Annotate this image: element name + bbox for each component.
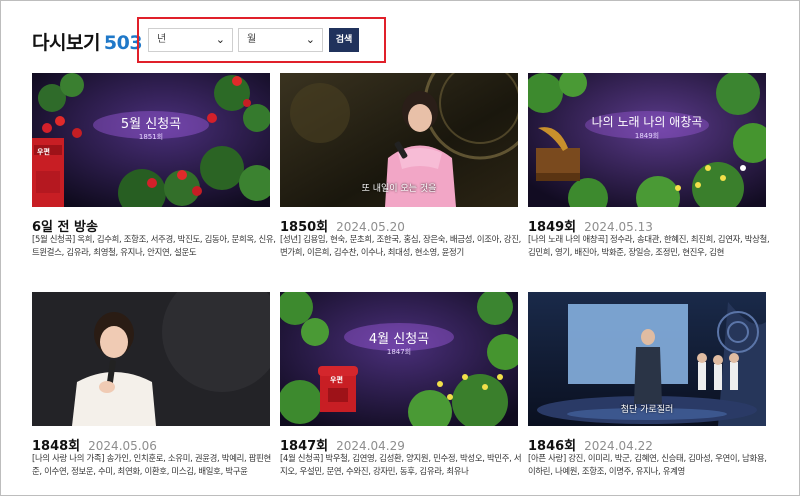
episode-description: [성년] 김용임, 현숙, 문초희, 조한국, 홍심, 장은숙, 배금성, 이조…: [280, 234, 521, 257]
episode-thumbnail[interactable]: [32, 292, 270, 426]
thumbnail-episode-text: 1849회: [634, 132, 660, 140]
episode-description: [5월 신청곡] 옥희, 김수희, 조항조, 서주경, 박진도, 김동아, 문희…: [32, 234, 276, 257]
episode-description: [나의 사랑 나의 가족] 송가인, 인치훈로, 소유미, 권윤경, 박예리, …: [32, 453, 271, 476]
episode-description: [나의 노래 나의 애창곡] 정수라, 송대관, 한혜진, 최진희, 김연자, …: [528, 234, 770, 257]
thumbnail-banner-text: 나의 노래 나의 애창곡: [591, 115, 703, 129]
episode-thumbnail[interactable]: 또 내일이 오는 것을: [280, 73, 518, 207]
search-button[interactable]: 검색: [329, 28, 359, 52]
thumbnail-post-text: 우편: [37, 148, 50, 156]
episode-thumbnail[interactable]: 4월 신청곡 1847회 우편: [280, 292, 518, 426]
episode-thumbnail[interactable]: 나의 노래 나의 애창곡 1849회: [528, 73, 766, 207]
episode-date: 2024.05.20: [336, 220, 405, 234]
thumbnail-caption-text: 또 내일이 오는 것을: [361, 184, 437, 194]
thumbnail-episode-text: 1851회: [138, 133, 164, 141]
episode-thumbnail[interactable]: 5월 신청곡 1851회 우편: [32, 73, 270, 207]
episode-date: 2024.05.13: [584, 220, 653, 234]
year-select[interactable]: 년 ⌄: [148, 28, 233, 52]
episode-description: [아픈 사랑] 강진, 이미리, 박군, 김혜연, 신승태, 김마성, 우연이,…: [528, 453, 767, 476]
page-title: 다시보기 503: [32, 28, 143, 55]
chevron-down-icon: ⌄: [305, 33, 315, 46]
thumbnail-banner-text: 4월 신청곡: [368, 332, 430, 347]
episode-date: 2024.05.06: [88, 439, 157, 453]
month-select[interactable]: 월 ⌄: [238, 28, 323, 52]
thumbnail-episode-text: 1847회: [386, 348, 412, 356]
thumbnail-post-text: 우편: [330, 376, 343, 384]
episode-thumbnail[interactable]: 첨단 가로질러: [528, 292, 766, 426]
month-select-label: 월: [247, 34, 257, 45]
year-select-label: 년: [157, 34, 167, 45]
chevron-down-icon: ⌄: [215, 33, 225, 46]
episode-date: 2024.04.29: [336, 439, 405, 453]
episode-date: 2024.04.22: [584, 439, 653, 453]
page-title-text: 다시보기: [32, 32, 100, 54]
thumbnail-caption-text: 첨단 가로질러: [620, 405, 674, 415]
episode-description: [4월 신청곡] 박우철, 김연영, 김성환, 양지원, 민수정, 박성오, 박…: [280, 453, 522, 476]
search-filter-box: 년 ⌄ 월 ⌄ 검색: [137, 17, 386, 63]
thumbnail-banner-text: 5월 신청곡: [120, 117, 182, 132]
